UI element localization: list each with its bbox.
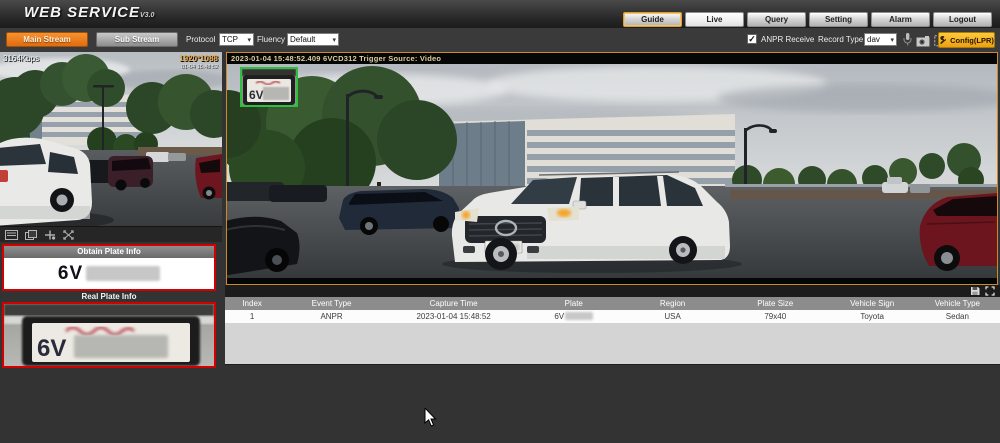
col-vehicle-sign: Vehicle Sign (830, 299, 915, 308)
preview-timestamp-overlay: 01-04 15:48:52 (181, 64, 218, 70)
real-plate-photo: 6V (4, 304, 214, 366)
logo-version: V3.0 (140, 12, 154, 19)
snapshot-icon[interactable] (916, 34, 930, 52)
plate-redaction (565, 312, 593, 320)
record-type-select[interactable]: dav▾ (864, 33, 897, 46)
fullscreen-icon[interactable] (63, 230, 74, 240)
col-capture-time: Capture Time (384, 299, 524, 308)
digital-zoom-icon[interactable] (5, 230, 18, 240)
col-plate-size: Plate Size (721, 299, 830, 308)
col-vehicle-type: Vehicle Type (915, 299, 1000, 308)
inset-plate-text: 6V (249, 88, 264, 102)
cell-index: 1 (225, 312, 279, 321)
col-index: Index (225, 299, 279, 308)
anpr-web-service-app: WEB SERVICEV3.0 Guide Live Query Setting… (0, 0, 1000, 443)
table-row[interactable]: 1 ANPR 2023-01-04 15:48:52 6V USA 79x40 … (225, 310, 1000, 323)
tab-live[interactable]: Live (685, 12, 744, 27)
stream-toolbar: Main Stream Sub Stream Protocol TCP▾ Flu… (0, 28, 1000, 52)
cell-plate-size: 79x40 (721, 312, 830, 321)
cell-vehicle-type: Sedan (915, 312, 1000, 321)
chevron-down-icon: ▾ (247, 36, 251, 44)
main-stream-button[interactable]: Main Stream (6, 32, 88, 47)
col-plate: Plate (523, 299, 624, 308)
col-event-type: Event Type (279, 299, 384, 308)
chevron-down-icon: ▾ (890, 36, 894, 44)
table-empty-area (225, 323, 1000, 365)
save-icon[interactable] (970, 286, 980, 296)
tab-logout[interactable]: Logout (933, 12, 992, 27)
cell-plate: 6V (523, 312, 624, 321)
video-bottom-bar (227, 278, 997, 284)
anpr-receive-label: ANPR Receive (761, 35, 814, 44)
mouse-cursor (424, 408, 438, 428)
bitrate-overlay: 3164Kbps (3, 54, 39, 63)
preview-video[interactable]: 3164Kbps 1920*1088 01-04 15:48:52 (0, 52, 222, 226)
table-toolbar (225, 285, 1000, 297)
snapshot-icon[interactable] (25, 230, 37, 240)
cell-event-type: ANPR (279, 312, 384, 321)
table-header: Index Event Type Capture Time Plate Regi… (225, 297, 1000, 310)
config-lpr-button[interactable]: Config(LPR) (938, 32, 995, 48)
cell-capture-time: 2023-01-04 15:48:52 (384, 312, 524, 321)
tab-setting[interactable]: Setting (809, 12, 868, 27)
sub-stream-button[interactable]: Sub Stream (96, 32, 178, 47)
detected-plate-inset: 6V (240, 67, 298, 107)
app-logo: WEB SERVICEV3.0 (24, 4, 154, 21)
obtain-plate-panel: Obtain Plate Info 6V (2, 244, 216, 291)
video-osd-overlay: 2023-01-04 15:48:52.409 6VCD312 Trigger … (227, 53, 997, 64)
expand-icon[interactable] (985, 286, 995, 296)
chevron-down-icon: ▾ (332, 36, 336, 44)
tab-query[interactable]: Query (747, 12, 806, 27)
live-video[interactable]: 2023-01-04 15:48:52.409 6VCD312 Trigger … (226, 52, 998, 285)
nav-tabs: Guide Live Query Setting Alarm Logout (623, 12, 992, 27)
preview-scene (0, 52, 222, 226)
fluency-label: Fluency (257, 35, 285, 44)
col-region: Region (624, 299, 721, 308)
video-scene: 6V (227, 64, 997, 278)
top-bar: WEB SERVICEV3.0 Guide Live Query Setting… (0, 0, 1000, 28)
microphone-icon[interactable] (903, 32, 912, 52)
plate-redaction (86, 266, 160, 281)
fluency-select[interactable]: Default▾ (287, 33, 339, 46)
tab-guide[interactable]: Guide (623, 12, 682, 27)
real-plate-panel: 6V (2, 302, 216, 368)
protocol-select[interactable]: TCP▾ (219, 33, 254, 46)
audio-talk-icon[interactable] (44, 230, 56, 240)
record-type-label: Record Type (818, 35, 863, 44)
real-plate-title: Real Plate Info (2, 292, 216, 301)
protocol-label: Protocol (186, 35, 215, 44)
obtain-plate-text: 6V (58, 263, 83, 285)
anpr-receive-checkbox[interactable]: ✓ (747, 34, 757, 44)
cell-region: USA (624, 312, 721, 321)
preview-toolbar (0, 226, 222, 242)
resolution-overlay: 1920*1088 (179, 54, 218, 63)
obtain-plate-value: 6V (4, 258, 214, 289)
real-plate-text: 6V (37, 335, 66, 362)
wrench-icon (939, 36, 948, 45)
cell-vehicle-sign: Toyota (830, 312, 915, 321)
obtain-plate-title: Obtain Plate Info (4, 246, 214, 258)
tab-alarm[interactable]: Alarm (871, 12, 930, 27)
logo-text: WEB SERVICE (24, 4, 140, 21)
